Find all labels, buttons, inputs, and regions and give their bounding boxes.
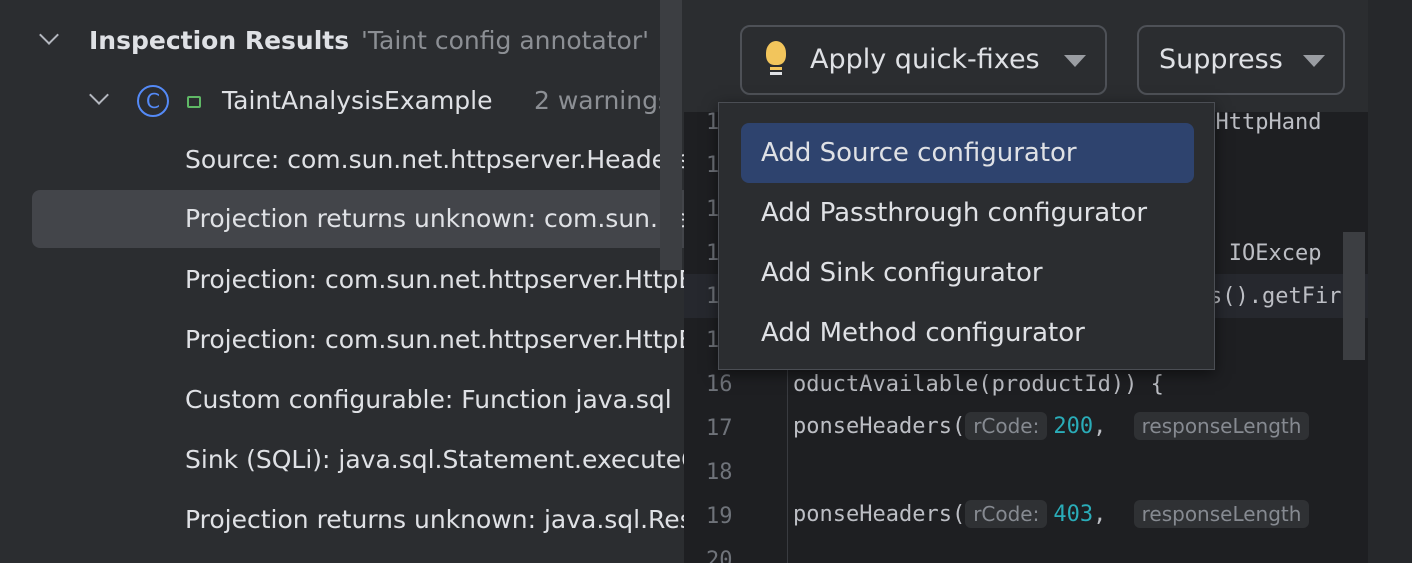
code-text: IOExcep — [1215, 241, 1322, 266]
class-icon: C — [137, 85, 169, 117]
param-hint: rCode: — [965, 412, 1048, 440]
code-line: ponseHeaders(rCode: 403, responseLength — [793, 500, 1315, 528]
code-text: ponseHeaders( — [793, 502, 966, 527]
dropdown-arrow-icon — [1303, 55, 1325, 67]
apply-quick-fixes-button[interactable]: Apply quick-fixes — [740, 25, 1107, 95]
lightbulb-icon — [766, 41, 786, 65]
class-name: TaintAnalysisExample — [222, 86, 493, 115]
right-edge-strip — [1368, 0, 1412, 563]
quick-fix-menu: Add Source configurator Add Passthrough … — [718, 102, 1215, 370]
root-subtitle: 'Taint config annotator' — [361, 26, 649, 55]
number-literal: 403 — [1053, 502, 1094, 527]
warning-count: 2 warnings — [534, 86, 671, 115]
tree-root[interactable]: Inspection Results 'Taint config annotat… — [0, 12, 684, 70]
tree-item[interactable]: Sink (SQLi): java.sql.Statement.executeQ… — [0, 431, 684, 489]
param-hint: responseLength — [1133, 500, 1310, 528]
line-number: 16 — [706, 372, 733, 397]
tree-item-label: Projection: com.sun.net.httpserver.HttpE… — [185, 265, 684, 294]
code-text: s().getFir — [1209, 284, 1342, 309]
tree-item[interactable]: Custom configurable: Function java.sql — [0, 371, 684, 429]
code-text: HttpHand — [1202, 112, 1322, 135]
code-line: oductAvailable(productId)) { — [793, 372, 1164, 397]
tree-item[interactable]: Projection returns unknown: java.sql.Res… — [0, 491, 684, 549]
inspection-tree-panel: Inspection Results 'Taint config annotat… — [0, 0, 684, 563]
tree-item-selected[interactable]: Projection returns unknown: com.sun.net.… — [32, 190, 684, 248]
tree-item-label: Projection returns unknown: java.sql.Res… — [185, 505, 684, 534]
code-text: oductAvailable(productId)) { — [793, 372, 1164, 397]
tree-item-label: Custom configurable: Function java.sql — [185, 385, 672, 414]
code-line: ponseHeaders(rCode: 200, responseLength — [793, 412, 1315, 440]
param-hint: responseLength — [1133, 412, 1310, 440]
suppress-button[interactable]: Suppress — [1137, 25, 1345, 95]
tree-item-label: Source: com.sun.net.httpserver.Headers.g… — [185, 145, 684, 174]
line-number: 18 — [706, 460, 733, 485]
line-number: 20 — [706, 548, 733, 563]
menu-item-add-method[interactable]: Add Method configurator — [741, 303, 1194, 363]
dropdown-arrow-icon — [1064, 55, 1086, 67]
menu-item-add-passthrough[interactable]: Add Passthrough configurator — [741, 183, 1194, 243]
tree-item-label: Projection returns unknown: com.sun.net.… — [185, 204, 684, 233]
tree-item[interactable]: Projection: com.sun.net.httpserver.HttpE… — [0, 311, 684, 369]
menu-item-add-source[interactable]: Add Source configurator — [741, 123, 1194, 183]
code-text: ponseHeaders( — [793, 414, 966, 439]
param-hint: rCode: — [965, 500, 1048, 528]
tree-item[interactable]: Source: com.sun.net.httpserver.Headers.g… — [0, 131, 684, 189]
tree-item-label: Projection: com.sun.net.httpserver.HttpE… — [185, 325, 684, 354]
menu-item-add-sink[interactable]: Add Sink configurator — [741, 243, 1194, 303]
apply-label: Apply quick-fixes — [810, 44, 1040, 75]
line-number: 19 — [706, 504, 733, 529]
root-title: Inspection Results — [89, 26, 350, 55]
line-number: 17 — [706, 416, 733, 441]
editor-scrollbar[interactable] — [1343, 232, 1365, 360]
tree-scrollbar[interactable] — [660, 0, 682, 270]
suppress-label: Suppress — [1159, 44, 1283, 75]
code-line: s().getFir — [1209, 284, 1341, 309]
number-literal: 200 — [1053, 414, 1094, 439]
chevron-down-icon[interactable] — [39, 25, 59, 45]
lightbulb-base — [770, 67, 782, 70]
unlock-icon — [187, 96, 201, 108]
tree-item[interactable]: Projection: com.sun.net.httpserver.HttpE… — [0, 251, 684, 309]
chevron-down-icon[interactable] — [89, 85, 109, 105]
tree-item-label: Sink (SQLi): java.sql.Statement.executeQ… — [185, 445, 684, 474]
tree-class-node[interactable]: C TaintAnalysisExample 2 warnings — [0, 72, 684, 130]
